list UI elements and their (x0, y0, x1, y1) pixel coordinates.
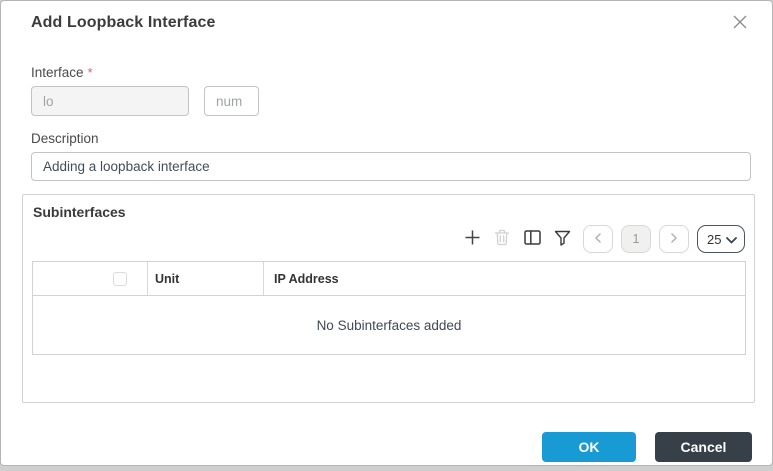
description-label: Description (31, 131, 99, 147)
delete-subinterface-button[interactable] (493, 230, 511, 248)
close-button[interactable] (728, 12, 752, 34)
dialog-title: Add Loopback Interface (31, 14, 216, 31)
plus-icon (464, 229, 481, 249)
chevron-down-icon (726, 232, 737, 247)
page-size-value: 25 (707, 231, 722, 247)
filter-button[interactable] (553, 230, 571, 248)
subinterfaces-title: Subinterfaces (33, 204, 126, 221)
columns-icon (523, 230, 541, 248)
subinterfaces-panel: Subinterfaces 1 25 Unit IP Address No Su… (22, 194, 755, 404)
ip-address-column-header: IP Address (274, 271, 339, 286)
chevron-left-icon (594, 232, 602, 246)
dialog-header: Add Loopback Interface (1, 1, 772, 34)
next-page-button[interactable] (659, 225, 689, 254)
close-icon (732, 15, 748, 33)
add-loopback-interface-dialog: Add Loopback Interface Interface* Descri… (0, 0, 773, 466)
empty-table-message: No Subinterfaces added (316, 317, 462, 333)
cancel-button[interactable]: Cancel (655, 432, 752, 463)
current-page-button[interactable]: 1 (621, 225, 651, 254)
select-all-cell (33, 262, 148, 296)
filter-icon (554, 230, 571, 249)
ok-button[interactable]: OK (542, 432, 636, 463)
required-asterisk: * (87, 65, 93, 81)
table-header-row: Unit IP Address (33, 262, 745, 297)
description-input[interactable] (31, 152, 751, 182)
interface-name-input[interactable] (31, 86, 189, 117)
unit-column-header: Unit (148, 262, 264, 296)
columns-button[interactable] (523, 230, 541, 248)
page-size-select[interactable]: 25 (697, 225, 745, 254)
interface-row (31, 86, 749, 117)
select-all-checkbox[interactable] (113, 271, 127, 286)
add-subinterface-button[interactable] (463, 230, 481, 248)
interface-label: Interface * (31, 65, 93, 81)
subinterfaces-toolbar: 1 25 (32, 225, 745, 254)
prev-page-button[interactable] (583, 225, 613, 254)
dialog-footer: OK Cancel (1, 432, 772, 463)
interface-number-input[interactable] (204, 86, 259, 117)
subinterfaces-table: Unit IP Address No Subinterfaces added (32, 261, 746, 356)
trash-icon (494, 229, 510, 249)
form-area: Interface* Description (1, 65, 772, 182)
chevron-right-icon (670, 232, 678, 246)
